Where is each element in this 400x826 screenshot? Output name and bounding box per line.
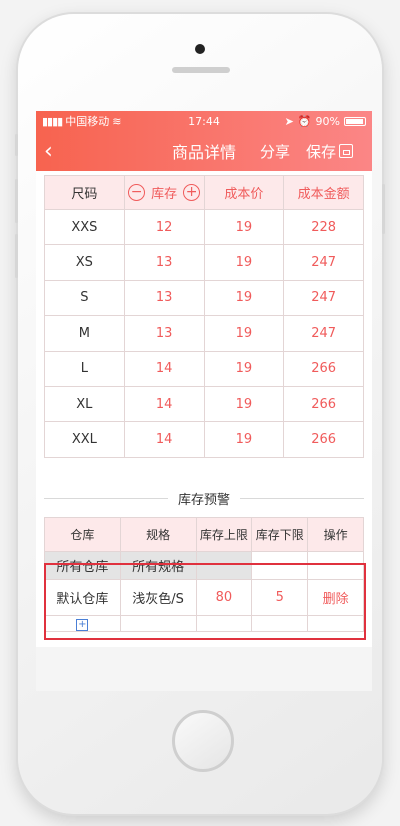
app-screen: ▮▮▮▮ 中国移动 ≋ 17:44 ➤ ⏰ 90% ‹ 商品详情 分享 保存 尺…	[36, 111, 372, 691]
table-row: 默认仓库 浅灰色/S 80 5 删除	[44, 579, 364, 616]
bottom-area	[36, 647, 372, 691]
amount-cell: 228	[283, 208, 364, 246]
volume-up-button	[15, 179, 18, 223]
cost-cell: 19	[203, 385, 285, 423]
header-stock-label: 库存	[151, 187, 178, 202]
empty-cell	[251, 615, 309, 632]
header-lower-limit: 库存下限	[251, 517, 309, 552]
header-action: 操作	[307, 517, 364, 552]
header-warehouse: 仓库	[44, 517, 121, 552]
spec-cell[interactable]: 浅灰色/S	[119, 579, 197, 616]
size-cell: XL	[44, 385, 125, 423]
all-spec-cell[interactable]: 所有规格	[119, 551, 197, 580]
cost-cell: 19	[203, 208, 285, 246]
empty-cell	[195, 615, 253, 632]
stock-cell[interactable]: 14	[123, 421, 205, 458]
upper-limit-cell[interactable]: 80	[195, 579, 253, 616]
battery-icon	[344, 116, 366, 126]
table-row: M 13 19 247	[44, 315, 364, 352]
power-button	[382, 184, 385, 234]
amount-cell: 247	[283, 315, 364, 352]
back-button[interactable]: ‹	[44, 139, 68, 164]
size-stock-table: 尺码 − 库存 + 成本价 成本金额 XXS 12 19 228 XS 13 1…	[44, 175, 364, 458]
lower-limit-cell[interactable]: 5	[251, 579, 309, 616]
amount-cell: 247	[283, 244, 364, 281]
stock-cell[interactable]: 14	[123, 350, 205, 387]
home-button[interactable]	[172, 710, 234, 772]
empty-cell	[307, 615, 364, 632]
earpiece-speaker	[172, 67, 230, 73]
size-cell: XXS	[44, 208, 125, 246]
amount-cell: 266	[283, 350, 364, 387]
header-amount: 成本金额	[283, 175, 364, 210]
section-title-label: 库存预警	[178, 493, 231, 508]
size-cell: XS	[44, 244, 125, 281]
empty-cell	[119, 615, 197, 632]
table-row: XXL 14 19 266	[44, 421, 364, 458]
stock-cell[interactable]: 13	[123, 315, 205, 352]
stock-minus-icon[interactable]: −	[128, 184, 146, 201]
cost-cell: 19	[203, 244, 285, 281]
cost-cell: 19	[203, 350, 285, 387]
delete-button[interactable]: 删除	[307, 579, 364, 616]
stock-plus-icon[interactable]: +	[183, 184, 201, 201]
add-cell: +	[44, 615, 121, 632]
save-label: 保存	[306, 142, 337, 161]
table-row: XS 13 19 247	[44, 244, 364, 281]
status-bar: ▮▮▮▮ 中国移动 ≋ 17:44 ➤ ⏰ 90%	[36, 111, 372, 131]
cost-cell: 19	[203, 315, 285, 352]
size-cell: L	[44, 350, 125, 387]
share-button[interactable]: 分享	[260, 141, 290, 162]
all-warehouse-cell[interactable]: 所有仓库	[44, 551, 121, 580]
divider	[240, 498, 365, 499]
header-stock: − 库存 +	[123, 175, 205, 210]
stock-warning-section-title: 库存预警	[44, 489, 365, 508]
amount-cell: 247	[283, 279, 364, 317]
lower-limit-cell[interactable]	[251, 551, 309, 580]
divider	[44, 498, 168, 499]
table-row: 所有仓库 所有规格	[44, 551, 364, 580]
stock-cell[interactable]: 12	[123, 208, 205, 246]
size-table-header: 尺码 − 库存 + 成本价 成本金额	[44, 175, 364, 210]
table-row: +	[44, 615, 364, 632]
table-row: S 13 19 247	[44, 279, 364, 317]
front-camera	[195, 44, 205, 54]
table-row: XXS 12 19 228	[44, 208, 364, 246]
cost-cell: 19	[203, 421, 285, 458]
header-size: 尺码	[44, 175, 125, 210]
action-cell	[307, 551, 364, 580]
status-time: 17:44	[188, 114, 220, 128]
header-cost: 成本价	[203, 175, 285, 210]
nav-bar: ‹ 商品详情 分享 保存	[36, 131, 372, 171]
warning-table-header: 仓库 规格 库存上限 库存下限 操作	[44, 517, 364, 552]
add-row-icon[interactable]: +	[76, 619, 89, 631]
stock-cell[interactable]: 13	[123, 279, 205, 317]
stock-cell[interactable]: 13	[123, 244, 205, 281]
table-row: L 14 19 266	[44, 350, 364, 387]
page-title: 商品详情	[172, 143, 237, 162]
table-row: XL 14 19 266	[44, 385, 364, 423]
cost-cell: 19	[203, 279, 285, 317]
size-cell: XXL	[44, 421, 125, 458]
mute-switch	[15, 134, 18, 156]
size-cell: S	[44, 279, 125, 317]
amount-cell: 266	[283, 385, 364, 423]
size-cell: M	[44, 315, 125, 352]
header-spec: 规格	[119, 517, 197, 552]
volume-down-button	[15, 234, 18, 278]
stock-cell[interactable]: 14	[123, 385, 205, 423]
upper-limit-cell[interactable]	[195, 551, 253, 580]
stock-warning-table: 仓库 规格 库存上限 库存下限 操作 所有仓库 所有规格 默认仓库 浅灰色/S …	[44, 517, 364, 632]
save-icon	[339, 144, 354, 158]
header-upper-limit: 库存上限	[195, 517, 253, 552]
warehouse-cell[interactable]: 默认仓库	[44, 579, 121, 616]
amount-cell: 266	[283, 421, 364, 458]
save-button[interactable]: 保存	[306, 141, 354, 162]
